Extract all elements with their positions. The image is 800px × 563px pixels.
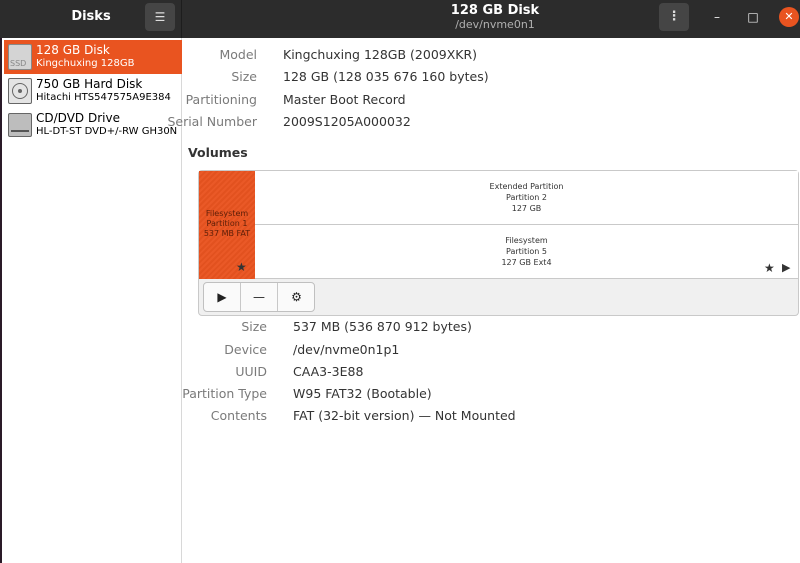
partition-1-block[interactable]: Filesystem Partition 1 537 MB FAT ★ — [199, 171, 255, 279]
disk-name: 128 GB Disk — [36, 43, 110, 57]
sidebar-header: Disks ☰ — [0, 0, 182, 38]
partitioning-label: Partitioning — [185, 92, 257, 107]
partition-type-row: Partition Type W95 FAT32 (Bootable) — [182, 386, 783, 404]
minimize-icon: – — [714, 10, 720, 24]
extended-partition-text: Extended Partition Partition 2 127 GB — [255, 181, 798, 214]
device-label: Device — [224, 342, 267, 357]
partition-options-button[interactable]: ⚙ — [278, 283, 315, 311]
minus-icon: — — [253, 290, 265, 304]
partition-1-name: Partition 1 — [206, 219, 248, 228]
sidebar-item-750gb-hard-disk[interactable]: 750 GB Hard Disk Hitachi HTS547575A9E384 — [4, 74, 182, 108]
partition-type-value: W95 FAT32 (Bootable) — [293, 386, 432, 401]
system-star-icon: ★ — [764, 261, 775, 275]
contents-value: FAT (32-bit version) — Not Mounted — [293, 408, 516, 423]
partition-1-text: Filesystem Partition 1 537 MB FAT — [199, 209, 255, 239]
play-icon: ▶ — [217, 290, 227, 304]
serial-row: Serial Number 2009S1205A000032 — [167, 114, 783, 132]
extended-partition-name: Partition 2 — [506, 193, 547, 202]
partition-1-size: 537 MB FAT — [203, 229, 251, 238]
disk-model: Hitachi HTS547575A9E384 — [36, 92, 171, 103]
maximize-icon: □ — [747, 10, 759, 24]
kebab-menu-icon: ⋮ — [667, 9, 681, 24]
sidebar-item-cd-dvd-drive[interactable]: CD/DVD Drive HL-DT-ST DVD+/-RW GH30N — [4, 108, 182, 142]
mount-button[interactable]: ▶ — [204, 283, 241, 311]
disk-model: HL-DT-ST DVD+/-RW GH30N — [36, 126, 178, 137]
window-title: 128 GB Disk — [450, 3, 540, 18]
contents-row: Contents FAT (32-bit version) — Not Moun… — [183, 408, 783, 426]
partition-5-name: Partition 5 — [506, 247, 547, 256]
close-icon: ✕ — [784, 10, 794, 23]
volume-map: Filesystem Partition 1 537 MB FAT ★ Exte… — [199, 171, 798, 279]
app-menu-button[interactable]: ☰ — [145, 3, 175, 31]
uuid-value: CAA3-3E88 — [293, 364, 364, 379]
uuid-label: UUID — [235, 364, 267, 379]
device-row: Device /dev/nvme0n1p1 — [183, 342, 783, 360]
partition-5-type: Filesystem — [505, 236, 548, 245]
bootable-star-icon: ★ — [236, 260, 247, 274]
partition-5-block[interactable]: Filesystem Partition 5 127 GB Ext4 ★ ▶ — [255, 225, 798, 279]
model-row: Model Kingchuxing 128GB (2009XKR) — [183, 47, 783, 65]
partitioning-row: Partitioning Master Boot Record — [183, 92, 783, 110]
partition-1-type: Filesystem — [205, 209, 249, 218]
extended-partition-size: 127 GB — [511, 204, 542, 213]
minimize-button[interactable]: – — [707, 7, 727, 27]
gears-icon: ⚙ — [291, 290, 302, 304]
header-bar: Disks ☰ 128 GB Disk /dev/nvme0n1 ⋮ – □ ✕ — [0, 0, 800, 38]
device-value: /dev/nvme0n1p1 — [293, 342, 400, 357]
serial-value: 2009S1205A000032 — [283, 114, 411, 129]
optical-drive-icon — [8, 113, 32, 137]
partition-size-row: Size 537 MB (536 870 912 bytes) — [183, 319, 783, 337]
sidebar-item-128gb-disk[interactable]: SSD 128 GB Disk Kingchuxing 128GB — [4, 40, 182, 74]
close-button[interactable]: ✕ — [779, 7, 799, 27]
disk-model: Kingchuxing 128GB — [36, 58, 135, 69]
size-row: Size 128 GB (128 035 676 160 bytes) — [183, 69, 783, 87]
size-label: Size — [231, 69, 257, 84]
volumes-panel: Filesystem Partition 1 537 MB FAT ★ Exte… — [198, 170, 799, 316]
delete-partition-button[interactable]: — — [241, 283, 278, 311]
ssd-icon: SSD — [8, 44, 32, 70]
partition-5-text: Filesystem Partition 5 127 GB Ext4 — [255, 235, 798, 268]
maximize-button[interactable]: □ — [743, 7, 763, 27]
extended-partition-block[interactable]: Extended Partition Partition 2 127 GB — [255, 171, 798, 225]
volume-toolbar: ▶ — ⚙ — [203, 282, 315, 312]
sidebar: SSD 128 GB Disk Kingchuxing 128GB 750 GB… — [0, 38, 182, 563]
model-label: Model — [219, 47, 257, 62]
serial-label: Serial Number — [167, 114, 257, 129]
partition-type-label: Partition Type — [182, 386, 267, 401]
mounted-play-icon: ▶ — [782, 261, 791, 274]
extended-partition-type: Extended Partition — [489, 182, 564, 191]
drive-options-button[interactable]: ⋮ — [659, 3, 689, 31]
size-value: 128 GB (128 035 676 160 bytes) — [283, 69, 489, 84]
hard-disk-icon — [8, 78, 32, 104]
hamburger-menu-icon: ☰ — [154, 10, 166, 24]
window-subtitle: /dev/nvme0n1 — [455, 18, 535, 31]
partition-5-size: 127 GB Ext4 — [501, 258, 552, 267]
partition-size-label: Size — [241, 319, 267, 334]
ssd-icon-label: SSD — [10, 59, 27, 68]
contents-label: Contents — [210, 408, 267, 423]
disk-name: CD/DVD Drive — [36, 111, 120, 125]
partition-size-value: 537 MB (536 870 912 bytes) — [293, 319, 472, 334]
volumes-heading: Volumes — [188, 145, 248, 160]
disk-name: 750 GB Hard Disk — [36, 77, 143, 91]
model-value: Kingchuxing 128GB (2009XKR) — [283, 47, 478, 62]
partitioning-value: Master Boot Record — [283, 92, 406, 107]
uuid-row: UUID CAA3-3E88 — [183, 364, 783, 382]
